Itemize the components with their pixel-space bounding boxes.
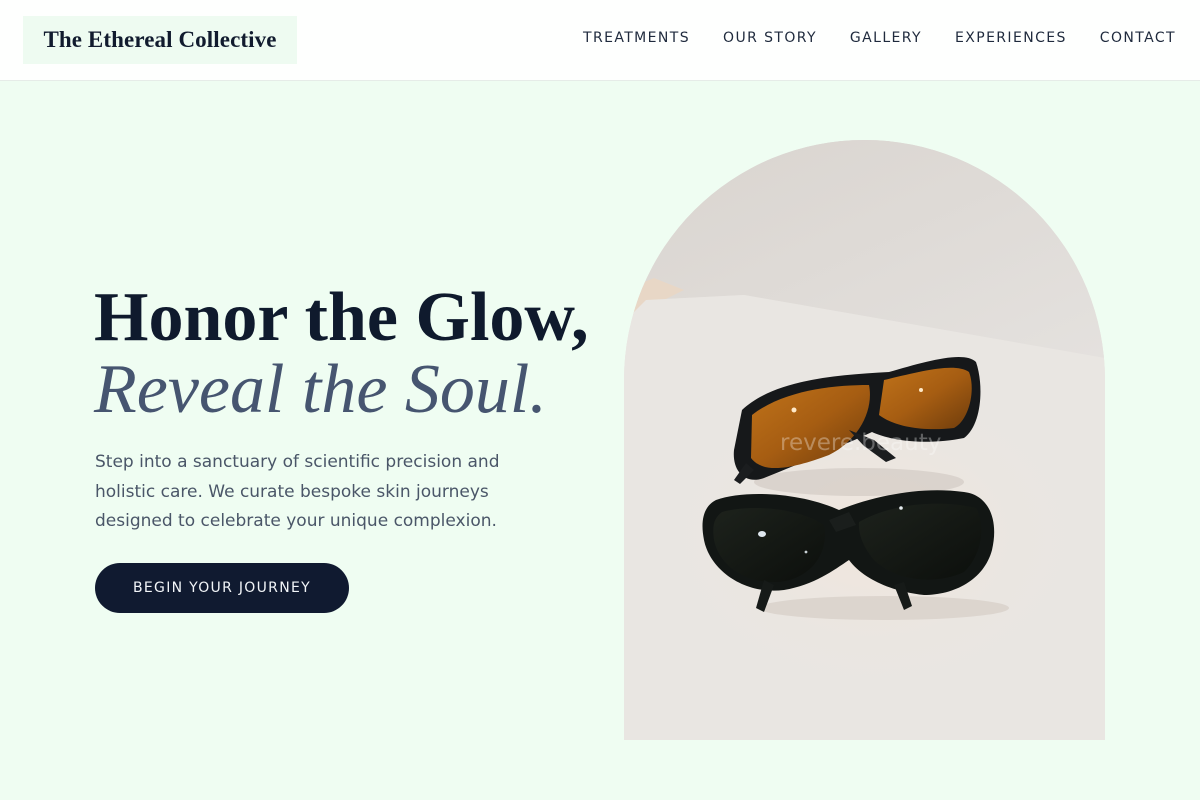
nav-item-experiences[interactable]: EXPERIENCES: [955, 30, 1067, 46]
page: The Ethereal Collective TREATMENTS OUR S…: [0, 0, 1200, 800]
hero-headline-line2: Reveal the Soul.: [94, 351, 547, 428]
site-header: The Ethereal Collective TREATMENTS OUR S…: [0, 0, 1200, 81]
begin-journey-button[interactable]: BEGIN YOUR JOURNEY: [95, 563, 349, 613]
image-watermark: revere.beauty: [780, 430, 942, 456]
hero-headline-line1: Honor the Glow,: [94, 279, 589, 356]
nav-item-our-story[interactable]: OUR STORY: [723, 30, 817, 46]
brand-logo[interactable]: The Ethereal Collective: [23, 16, 297, 64]
main-nav: TREATMENTS OUR STORY GALLERY EXPERIENCES…: [583, 30, 1176, 46]
hero-image: revere.beauty: [624, 140, 1105, 740]
nav-item-contact[interactable]: CONTACT: [1100, 30, 1176, 46]
nav-item-treatments[interactable]: TREATMENTS: [583, 30, 690, 46]
hero-intro-text: Step into a sanctuary of scientific prec…: [95, 452, 500, 531]
nav-item-gallery[interactable]: GALLERY: [850, 30, 922, 46]
